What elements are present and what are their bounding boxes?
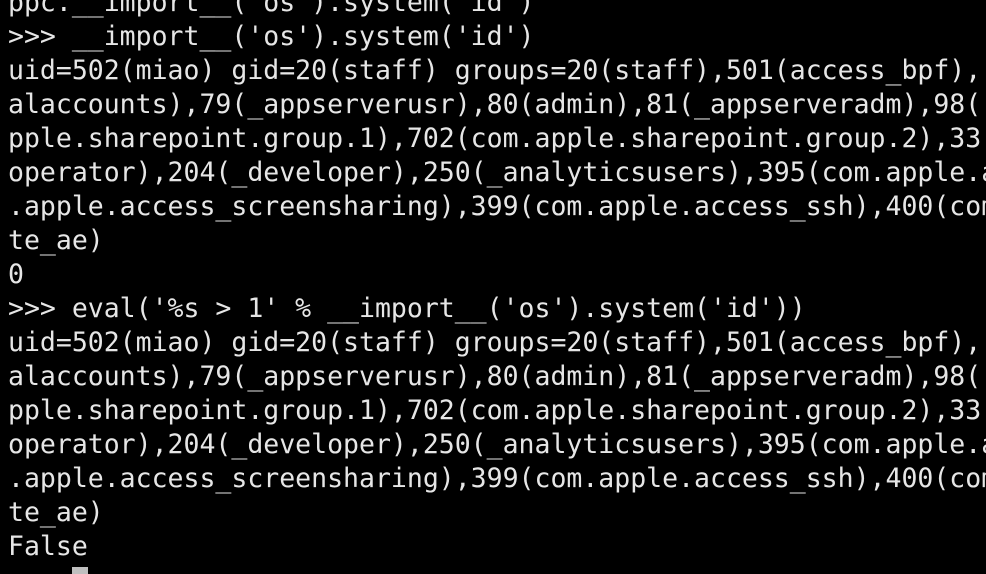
text-cursor[interactable] bbox=[71, 567, 88, 574]
terminal-line: False bbox=[8, 531, 88, 562]
terminal-line: operator),204(_developer),250(_analytics… bbox=[8, 157, 986, 188]
prompt-text: >>> bbox=[8, 565, 72, 574]
terminal-line: ppc.__import__('os').system('id') bbox=[8, 0, 535, 18]
terminal-line: alaccounts),79(_appserverusr),80(admin),… bbox=[8, 89, 982, 120]
terminal-line: operator),204(_developer),250(_analytics… bbox=[8, 429, 986, 460]
terminal-line: 0 bbox=[8, 259, 24, 290]
terminal-line: >>> eval('%s > 1' % __import__('os').sys… bbox=[8, 293, 806, 324]
terminal-line: .apple.access_screensharing),399(com.app… bbox=[8, 191, 986, 222]
terminal-line: te_ae) bbox=[8, 225, 104, 256]
terminal-line: uid=502(miao) gid=20(staff) groups=20(st… bbox=[8, 55, 982, 86]
terminal-line: pple.sharepoint.group.1),702(com.apple.s… bbox=[8, 395, 982, 426]
terminal-line: >>> __import__('os').system('id') bbox=[8, 21, 535, 52]
terminal-window[interactable]: ppc.__import__('os').system('id') >>> __… bbox=[0, 0, 986, 574]
terminal-line: pple.sharepoint.group.1),702(com.apple.s… bbox=[8, 123, 982, 154]
terminal-line: .apple.access_screensharing),399(com.app… bbox=[8, 463, 986, 494]
terminal-prompt-line[interactable]: >>> bbox=[8, 564, 88, 574]
terminal-line: uid=502(miao) gid=20(staff) groups=20(st… bbox=[8, 327, 982, 358]
terminal-line: te_ae) bbox=[8, 497, 104, 528]
terminal-line: alaccounts),79(_appserverusr),80(admin),… bbox=[8, 361, 982, 392]
